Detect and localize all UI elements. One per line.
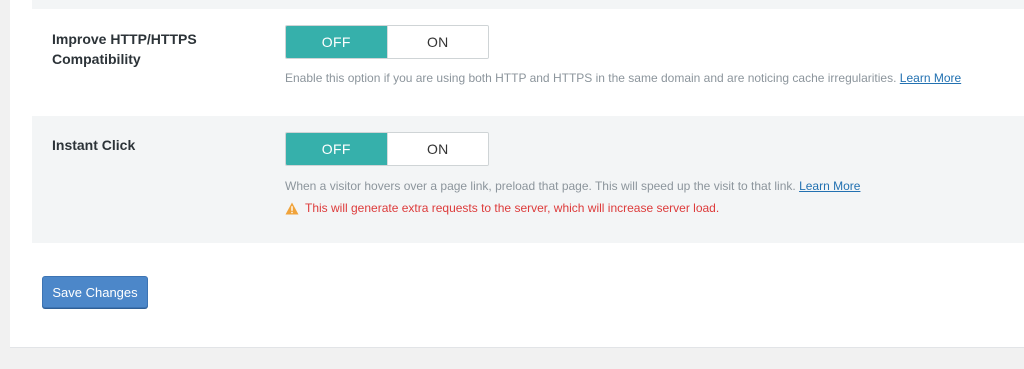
instant-click-toggle: OFF ON: [285, 132, 489, 166]
previous-row-strip: [32, 0, 1024, 9]
setting-label: Improve HTTP/HTTPS Compatibility: [52, 31, 197, 67]
warning-text: This will generate extra requests to the…: [305, 201, 720, 215]
setting-row-http-https: Improve HTTP/HTTPS Compatibility OFF ON …: [32, 9, 1024, 116]
toggle-on-button[interactable]: ON: [386, 26, 488, 58]
learn-more-link[interactable]: Learn More: [799, 179, 860, 193]
description-text: Enable this option if you are using both…: [285, 71, 897, 85]
setting-label: Instant Click: [52, 137, 136, 153]
toggle-off-button[interactable]: OFF: [286, 133, 387, 165]
toggle-off-button[interactable]: OFF: [286, 26, 387, 58]
description-text: When a visitor hovers over a page link, …: [285, 179, 796, 193]
toggle-on-button[interactable]: ON: [386, 133, 488, 165]
learn-more-link[interactable]: Learn More: [900, 71, 961, 85]
http-https-toggle: OFF ON: [285, 25, 489, 59]
setting-description: When a visitor hovers over a page link, …: [285, 178, 860, 194]
setting-description: Enable this option if you are using both…: [285, 70, 961, 86]
setting-row-instant-click: Instant Click OFF ON When a visitor hove…: [32, 116, 1024, 243]
save-changes-button[interactable]: Save Changes: [42, 276, 148, 308]
warning-triangle-icon: [285, 202, 299, 214]
warning-message: This will generate extra requests to the…: [285, 200, 719, 216]
settings-panel: Improve HTTP/HTTPS Compatibility OFF ON …: [10, 0, 1024, 348]
